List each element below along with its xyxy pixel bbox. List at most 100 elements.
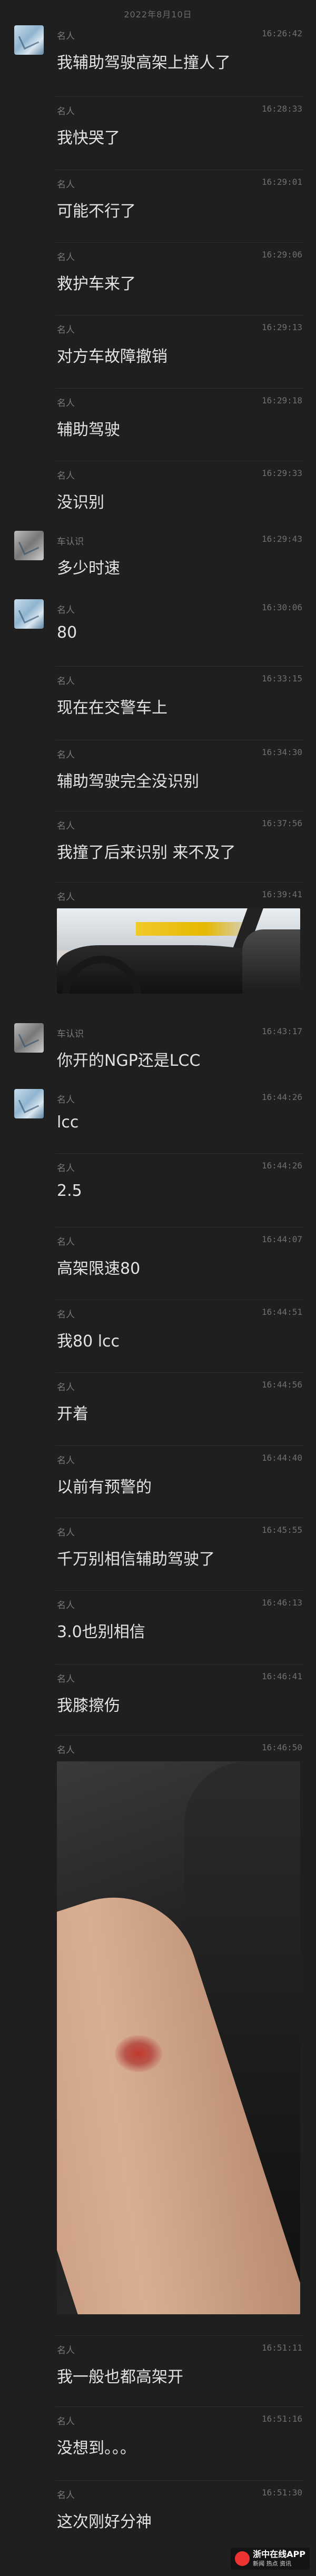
message-text: 我80 lcc: [57, 1332, 120, 1351]
message-time: 16:46:50: [261, 1742, 302, 1752]
car-seat: [242, 929, 300, 994]
message-text: 以前有预警的: [57, 1478, 152, 1497]
message-row[interactable]: 名人 16:46:50: [0, 1735, 316, 2333]
message-row[interactable]: 名人 16:51:30 这次刚好分神: [0, 2480, 316, 2551]
sender-name: 名人: [57, 1528, 75, 1538]
message-time: 16:26:42: [261, 28, 302, 38]
sender-name: 名人: [57, 676, 75, 687]
message-text: 我一般也都高架开: [57, 2368, 183, 2386]
divider: [55, 2480, 303, 2481]
avatar[interactable]: [14, 531, 44, 560]
car-interior-photo[interactable]: [57, 908, 300, 994]
divider: [55, 2406, 303, 2407]
sender-name: 名人: [57, 2416, 75, 2427]
message-row[interactable]: 名人 16:29:18 辅助驾驶: [0, 388, 316, 459]
message-row[interactable]: 名人 16:39:41: [0, 882, 316, 1011]
yellow-building: [136, 922, 252, 936]
message-time: 16:44:26: [261, 1161, 302, 1171]
message-row[interactable]: 名人 16:44:26 2.5: [0, 1153, 316, 1224]
message-time: 16:46:41: [261, 1671, 302, 1681]
sender-name: 名人: [57, 252, 75, 263]
message-row[interactable]: 名人 16:30:06 80: [0, 595, 316, 666]
avatar[interactable]: [14, 25, 44, 55]
logo-icon: [235, 2551, 250, 2567]
message-row[interactable]: 名人 16:29:13 对方车故障撤销: [0, 315, 316, 386]
message-time: 16:29:06: [261, 250, 302, 260]
message-time: 16:46:13: [261, 1598, 302, 1608]
divider: [55, 2335, 303, 2336]
message-text: 我撞了后来识别 来不及了: [57, 844, 236, 862]
sender-name: 车认识: [57, 537, 84, 547]
message-text: 我快哭了: [57, 129, 120, 147]
message-text: 辅助驾驶完全没识别: [57, 772, 199, 791]
sender-name: 名人: [57, 2345, 75, 2356]
message-row[interactable]: 名人 16:44:26 lcc: [0, 1085, 316, 1156]
message-row[interactable]: 名人 16:28:33 我快哭了: [0, 96, 316, 167]
message-text: 高架限速80: [57, 1260, 141, 1278]
arm-injury-photo[interactable]: [57, 1761, 300, 2314]
sender-name: 名人: [57, 750, 75, 760]
message-text: 开着: [57, 1405, 88, 1423]
divider: [55, 388, 303, 389]
message-row[interactable]: 名人 16:29:33 没识别: [0, 461, 316, 532]
message-time: 16:29:18: [261, 395, 302, 405]
message-row[interactable]: 名人 16:44:40 以前有预警的: [0, 1445, 316, 1517]
message-row[interactable]: 名人 16:26:42 我辅助驾驶高架上撞人了: [0, 21, 316, 79]
sender-name: 名人: [57, 892, 75, 903]
divider: [55, 1664, 303, 1665]
message-time: 16:44:40: [261, 1453, 302, 1463]
message-text: 现在在交警车上: [57, 699, 167, 717]
message-text: 你开的NGP还是LCC: [57, 1052, 201, 1070]
message-row[interactable]: 名人 16:44:51 我80 lcc: [0, 1300, 316, 1371]
message-row[interactable]: 名人 16:46:13 3.0也别相信: [0, 1590, 316, 1661]
message-row[interactable]: 名人 16:37:56 我撞了后来识别 来不及了: [0, 811, 316, 882]
message-time: 16:51:30: [261, 2488, 302, 2498]
message-text: 这次刚好分神: [57, 2513, 152, 2531]
watermark-subtitle: 新闻 热点 资讯: [253, 2560, 292, 2567]
avatar[interactable]: [14, 1089, 44, 1118]
message-row[interactable]: 名人 16:45:55 千万别相信辅助驾驶了: [0, 1518, 316, 1589]
message-text: 对方车故障撤销: [57, 348, 167, 366]
message-text: 3.0也别相信: [57, 1623, 145, 1641]
message-time: 16:51:16: [261, 2414, 302, 2424]
message-row[interactable]: 名人 16:51:16 没想到。。。: [0, 2406, 316, 2478]
message-row[interactable]: 名人 16:44:56 开着: [0, 1372, 316, 1443]
message-text: 没识别: [57, 493, 104, 512]
sender-name: 名人: [57, 1382, 75, 1393]
message-time: 16:37:56: [261, 818, 302, 828]
message-row[interactable]: 名人 16:29:01 可能不行了: [0, 170, 316, 241]
sender-name: 名人: [57, 1745, 75, 1756]
sender-name: 名人: [57, 1095, 75, 1105]
sender-name: 名人: [57, 325, 75, 335]
divider: [55, 242, 303, 243]
message-text: 救护车来了: [57, 275, 136, 293]
message-time: 16:29:43: [261, 534, 302, 544]
sender-name: 名人: [57, 1310, 75, 1320]
message-time: 16:44:56: [261, 1380, 302, 1390]
message-time: 16:43:17: [261, 1026, 302, 1036]
message-text: 2.5: [57, 1182, 82, 1200]
message-row[interactable]: 名人 16:46:41 我膝擦伤: [0, 1664, 316, 1735]
message-time: 16:39:41: [261, 889, 302, 899]
message-row[interactable]: 车认识 16:29:43 多少时速: [0, 527, 316, 598]
message-text: 我膝擦伤: [57, 1697, 120, 1715]
message-text: 千万别相信辅助驾驶了: [57, 1550, 215, 1569]
message-text: lcc: [57, 1113, 79, 1132]
message-time: 16:44:26: [261, 1092, 302, 1102]
message-row[interactable]: 名人 16:44:07 高架限速80: [0, 1227, 316, 1298]
avatar[interactable]: [14, 599, 44, 629]
message-row[interactable]: 车认识 16:43:17 你开的NGP还是LCC: [0, 1019, 316, 1082]
message-text: 辅助驾驶: [57, 421, 120, 439]
message-row[interactable]: 名人 16:34:30 辅助驾驶完全没识别: [0, 740, 316, 811]
message-row[interactable]: 名人 16:29:06 救护车来了: [0, 242, 316, 313]
sender-name: 名人: [57, 2490, 75, 2501]
sender-name: 名人: [57, 471, 75, 481]
message-text: 多少时速: [57, 559, 120, 578]
message-text: 没想到。。。: [57, 2439, 136, 2458]
sender-name: 名人: [57, 605, 75, 616]
message-row[interactable]: 名人 16:33:15 现在在交警车上: [0, 666, 316, 737]
message-row[interactable]: 名人 16:51:11 我一般也都高架开: [0, 2335, 316, 2404]
message-time: 16:44:07: [261, 1234, 302, 1244]
avatar[interactable]: [14, 1023, 44, 1053]
divider: [55, 882, 303, 883]
